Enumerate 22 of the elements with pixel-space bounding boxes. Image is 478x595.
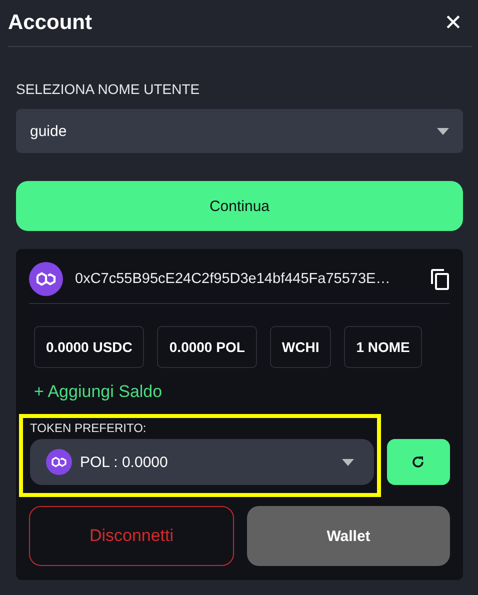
username-select[interactable]: guide	[16, 109, 463, 153]
continue-button[interactable]: Continua	[16, 181, 463, 231]
wallet-button[interactable]: Wallet	[247, 506, 450, 566]
preferred-token-label: TOKEN PREFERITO:	[30, 421, 148, 435]
wallet-address: 0xC7c55B95cE24C2f95D3e14bf445Fa75573E…	[75, 271, 392, 287]
username-label: SELEZIONA NOME UTENTE	[16, 81, 201, 97]
dropdown-caret-icon	[342, 458, 354, 466]
polygon-token-icon	[29, 262, 63, 296]
refresh-button[interactable]	[386, 439, 450, 485]
balance-badge: 0.0000 USDC	[34, 326, 144, 368]
refresh-icon	[411, 455, 426, 469]
dialog-title: Account	[8, 11, 92, 35]
close-button[interactable]: ✕	[444, 10, 472, 36]
preferred-token-select[interactable]: POL : 0.0000	[30, 439, 374, 485]
copy-icon[interactable]	[430, 268, 450, 290]
balance-badge: 0.0000 POL	[157, 326, 257, 368]
add-funds-link[interactable]: + Aggiungi Saldo	[34, 382, 162, 402]
polygon-token-icon	[46, 449, 72, 475]
disconnect-button[interactable]: Disconnetti	[29, 506, 234, 566]
balance-badge: 1 NOME	[344, 326, 422, 368]
balance-badge: WCHI	[270, 326, 332, 368]
dropdown-caret-icon	[437, 128, 449, 134]
